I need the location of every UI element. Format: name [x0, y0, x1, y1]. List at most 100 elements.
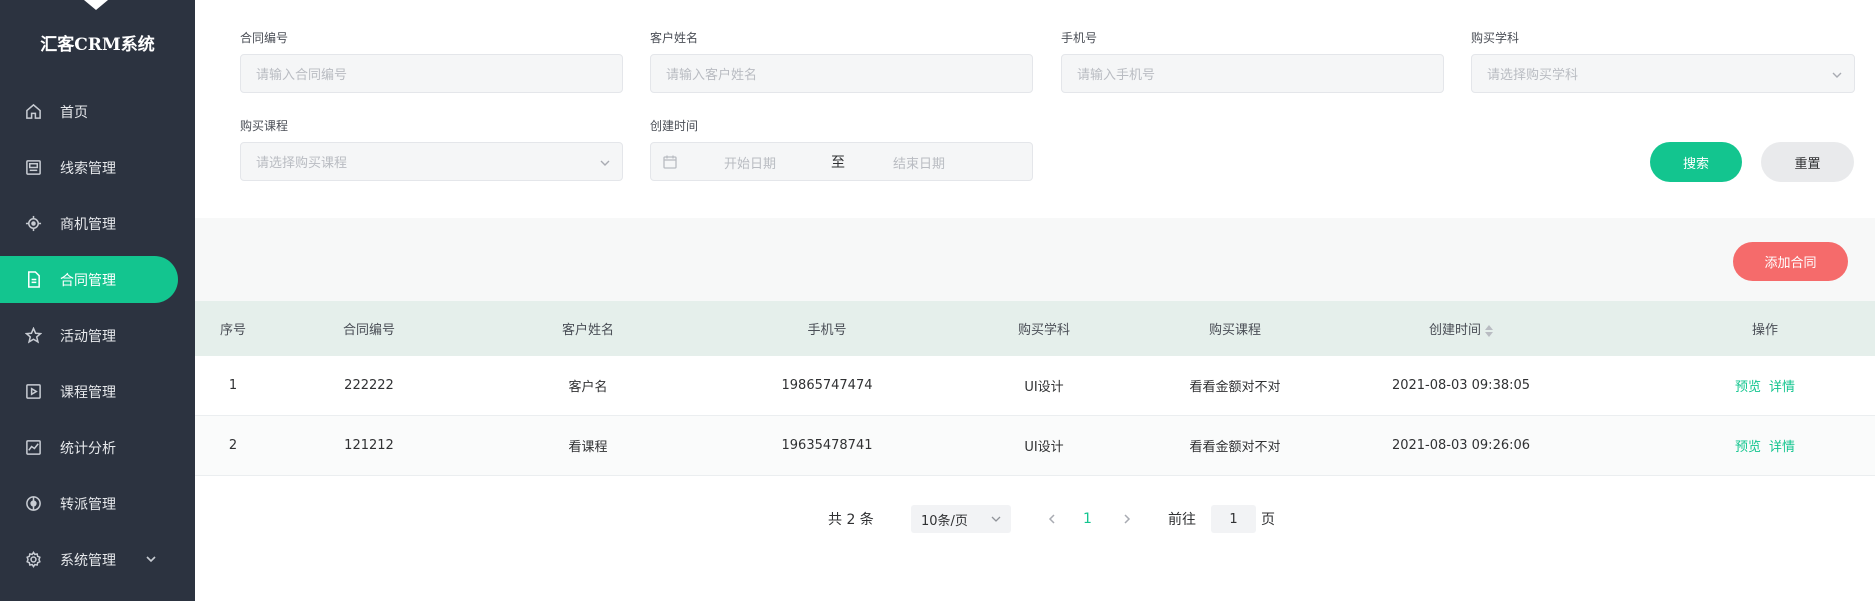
next-page-button[interactable]: [1122, 505, 1132, 533]
goto-page-input[interactable]: 1: [1211, 505, 1256, 533]
page-size-select[interactable]: 10条/页: [911, 505, 1011, 533]
cell-index: 1: [228, 378, 238, 393]
clue-icon: [24, 159, 42, 177]
sidebar-item-label: 转派管理: [60, 496, 116, 513]
toolbar: 添加合同: [195, 218, 1875, 301]
home-icon: [24, 103, 42, 121]
reset-button[interactable]: 重置: [1761, 142, 1854, 182]
add-contract-button[interactable]: 添加合同: [1733, 242, 1848, 281]
sidebar-item-label: 首页: [60, 104, 88, 121]
detail-link[interactable]: 详情: [1769, 440, 1795, 455]
created-date-range[interactable]: 开始日期 至 结束日期: [650, 142, 1033, 181]
document-icon: [24, 271, 42, 289]
customer-name-label: 客户姓名: [650, 31, 699, 45]
cell-subject: UI设计: [1024, 440, 1064, 455]
column-header-sortable[interactable]: 创建时间: [1428, 319, 1494, 338]
main-content: 合同编号 请输入合同编号 客户姓名 请输入客户姓名 手机号 请输入手机号 购买学…: [195, 0, 1875, 601]
sidebar-item-activities[interactable]: 活动管理: [0, 312, 195, 359]
table-row: 1 222222 客户名 19865747474 UI设计 看看金额对不对 20…: [195, 356, 1875, 416]
cell-contract-no: 121212: [344, 438, 394, 453]
sidebar-item-label: 商机管理: [60, 216, 116, 233]
detail-link[interactable]: 详情: [1769, 380, 1795, 395]
phone-placeholder: 请输入手机号: [1077, 68, 1156, 83]
sidebar-menu: 首页 线索管理 商机管理 合同管理 活动管理 课程管理 统计分析 转派管理 系统…: [0, 88, 195, 592]
cell-phone: 19635478741: [781, 438, 873, 453]
course-placeholder: 请选择购买课程: [256, 156, 348, 171]
sidebar-item-clues[interactable]: 线索管理: [0, 144, 195, 191]
cell-created: 2021-08-03 09:38:05: [1391, 378, 1531, 393]
gear-icon: [24, 551, 42, 569]
sidebar-item-opportunities[interactable]: 商机管理: [0, 200, 195, 247]
calendar-icon: [663, 155, 677, 169]
contracts-table: 序号 合同编号 客户姓名 手机号 购买学科 购买课程 创建时间 操作 1 222…: [195, 301, 1875, 476]
preview-link[interactable]: 预览: [1735, 380, 1761, 395]
cell-customer: 客户名: [568, 380, 608, 395]
column-header: 合同编号: [342, 323, 396, 338]
goto-prefix: 前往: [1168, 512, 1196, 528]
sidebar-item-courses[interactable]: 课程管理: [0, 368, 195, 415]
subject-select[interactable]: 请选择购买学科: [1471, 54, 1855, 93]
filter-form: 合同编号 请输入合同编号 客户姓名 请输入客户姓名 手机号 请输入手机号 购买学…: [195, 0, 1875, 218]
table-row: 2 121212 看课程 19635478741 UI设计 看看金额对不对 20…: [195, 416, 1875, 476]
table-header: 序号 合同编号 客户姓名 手机号 购买学科 购买课程 创建时间 操作: [195, 301, 1875, 356]
customer-name-placeholder: 请输入客户姓名: [666, 68, 758, 83]
sidebar-item-label: 活动管理: [60, 328, 116, 345]
column-header: 客户姓名: [561, 323, 615, 338]
column-header: 购买课程: [1208, 323, 1262, 338]
column-header: 手机号: [807, 323, 847, 338]
column-header-label: 创建时间: [1428, 323, 1482, 338]
sort-icon[interactable]: [1485, 324, 1494, 337]
contract-no-input[interactable]: 请输入合同编号: [240, 54, 623, 93]
sidebar-item-statistics[interactable]: 统计分析: [0, 424, 195, 471]
app-root: 汇客CRM系统 首页 线索管理 商机管理 合同管理 活动管理 课程管理 统计分析…: [0, 0, 1875, 601]
sidebar-item-label: 合同管理: [60, 272, 116, 289]
chevron-down-icon[interactable]: [145, 553, 157, 565]
page-number-current[interactable]: 1: [1083, 505, 1092, 533]
cell-subject: UI设计: [1024, 380, 1064, 395]
contract-no-label: 合同编号: [240, 31, 289, 45]
customer-name-input[interactable]: 请输入客户姓名: [650, 54, 1033, 93]
column-header: 购买学科: [1017, 323, 1071, 338]
cell-actions: 预览 详情: [1731, 436, 1799, 455]
prev-page-button[interactable]: [1047, 505, 1057, 533]
page-size-value: 10条/页: [921, 513, 968, 529]
contract-no-placeholder: 请输入合同编号: [256, 68, 348, 83]
sidebar-item-system[interactable]: 系统管理: [0, 536, 195, 583]
cell-customer: 看课程: [568, 440, 608, 455]
sidebar-item-home[interactable]: 首页: [0, 88, 195, 135]
phone-label: 手机号: [1061, 31, 1098, 45]
sidebar-item-transfer[interactable]: 转派管理: [0, 480, 195, 527]
cell-actions: 预览 详情: [1731, 376, 1799, 395]
star-icon: [24, 327, 42, 345]
sidebar-item-label: 课程管理: [60, 384, 116, 401]
pagination: 共 2 条 10条/页 1 前往 1 页: [195, 505, 1875, 533]
sidebar-item-label: 系统管理: [60, 552, 116, 569]
chevron-right-icon: [1124, 514, 1131, 524]
preview-link[interactable]: 预览: [1735, 440, 1761, 455]
chevron-left-icon: [1048, 514, 1055, 524]
cell-contract-no: 222222: [344, 378, 394, 393]
date-range-separator: 至: [831, 155, 845, 171]
brand-title: 汇客CRM系统: [40, 35, 155, 55]
sidebar-item-contracts[interactable]: 合同管理: [0, 256, 178, 303]
chart-icon: [24, 439, 42, 457]
sidebar-item-label: 线索管理: [60, 160, 116, 177]
transfer-icon: [24, 495, 42, 513]
course-icon: [24, 383, 42, 401]
course-select[interactable]: 请选择购买课程: [240, 142, 623, 181]
subject-label: 购买学科: [1471, 31, 1520, 45]
chevron-down-icon: [1832, 69, 1842, 79]
phone-input[interactable]: 请输入手机号: [1061, 54, 1444, 93]
pagination-total: 共 2 条: [828, 512, 874, 528]
start-date-input[interactable]: 开始日期: [724, 153, 776, 172]
course-label: 购买课程: [240, 119, 289, 133]
sidebar: 汇客CRM系统 首页 线索管理 商机管理 合同管理 活动管理 课程管理 统计分析…: [0, 0, 195, 601]
cell-created: 2021-08-03 09:26:06: [1391, 438, 1531, 453]
cell-course: 看看金额对不对: [1189, 380, 1281, 395]
goto-suffix: 页: [1261, 512, 1275, 528]
end-date-input[interactable]: 结束日期: [893, 153, 945, 172]
column-header: 操作: [1751, 323, 1779, 338]
cell-course: 看看金额对不对: [1189, 440, 1281, 455]
search-button[interactable]: 搜索: [1650, 142, 1742, 182]
chevron-down-icon: [991, 516, 1001, 522]
